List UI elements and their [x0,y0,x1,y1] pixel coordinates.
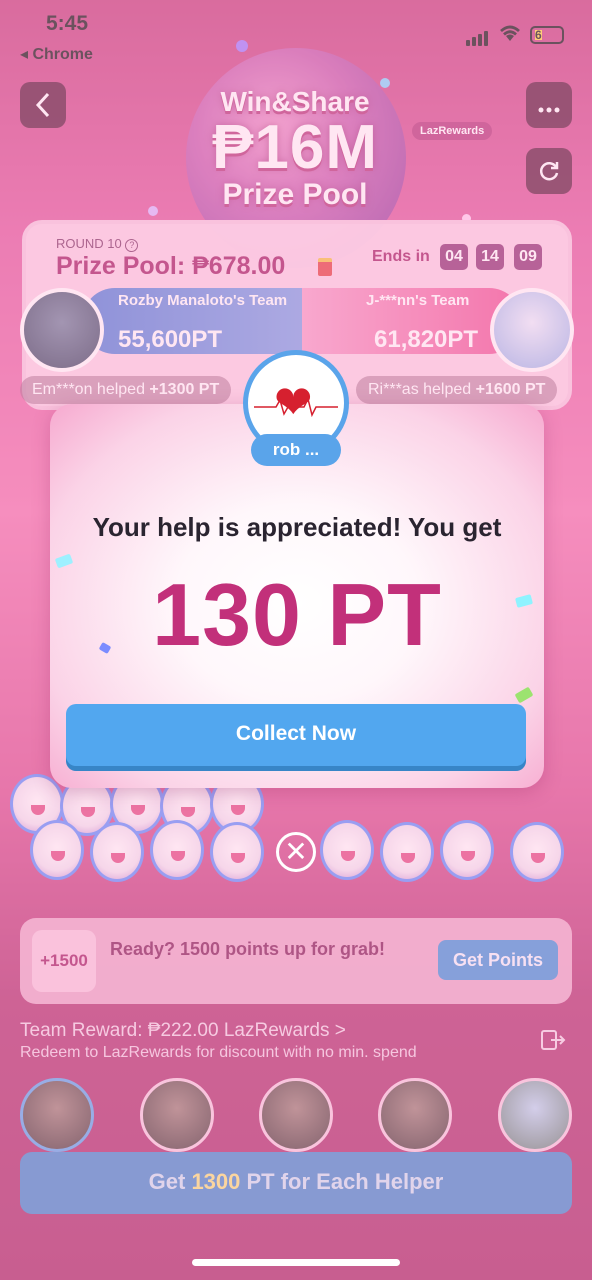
heartbeat-line [254,397,338,417]
close-modal-button[interactable]: ✕ [276,832,316,872]
collect-now-button[interactable]: Collect Now [66,704,526,766]
confetti [514,686,534,704]
modal-message: Your help is appreciated! You get [92,512,502,542]
modal-points: 130 PT [152,565,442,664]
home-indicator[interactable] [192,1259,400,1266]
helper-name-tag: rob ... [251,434,341,466]
close-icon: ✕ [284,836,308,867]
